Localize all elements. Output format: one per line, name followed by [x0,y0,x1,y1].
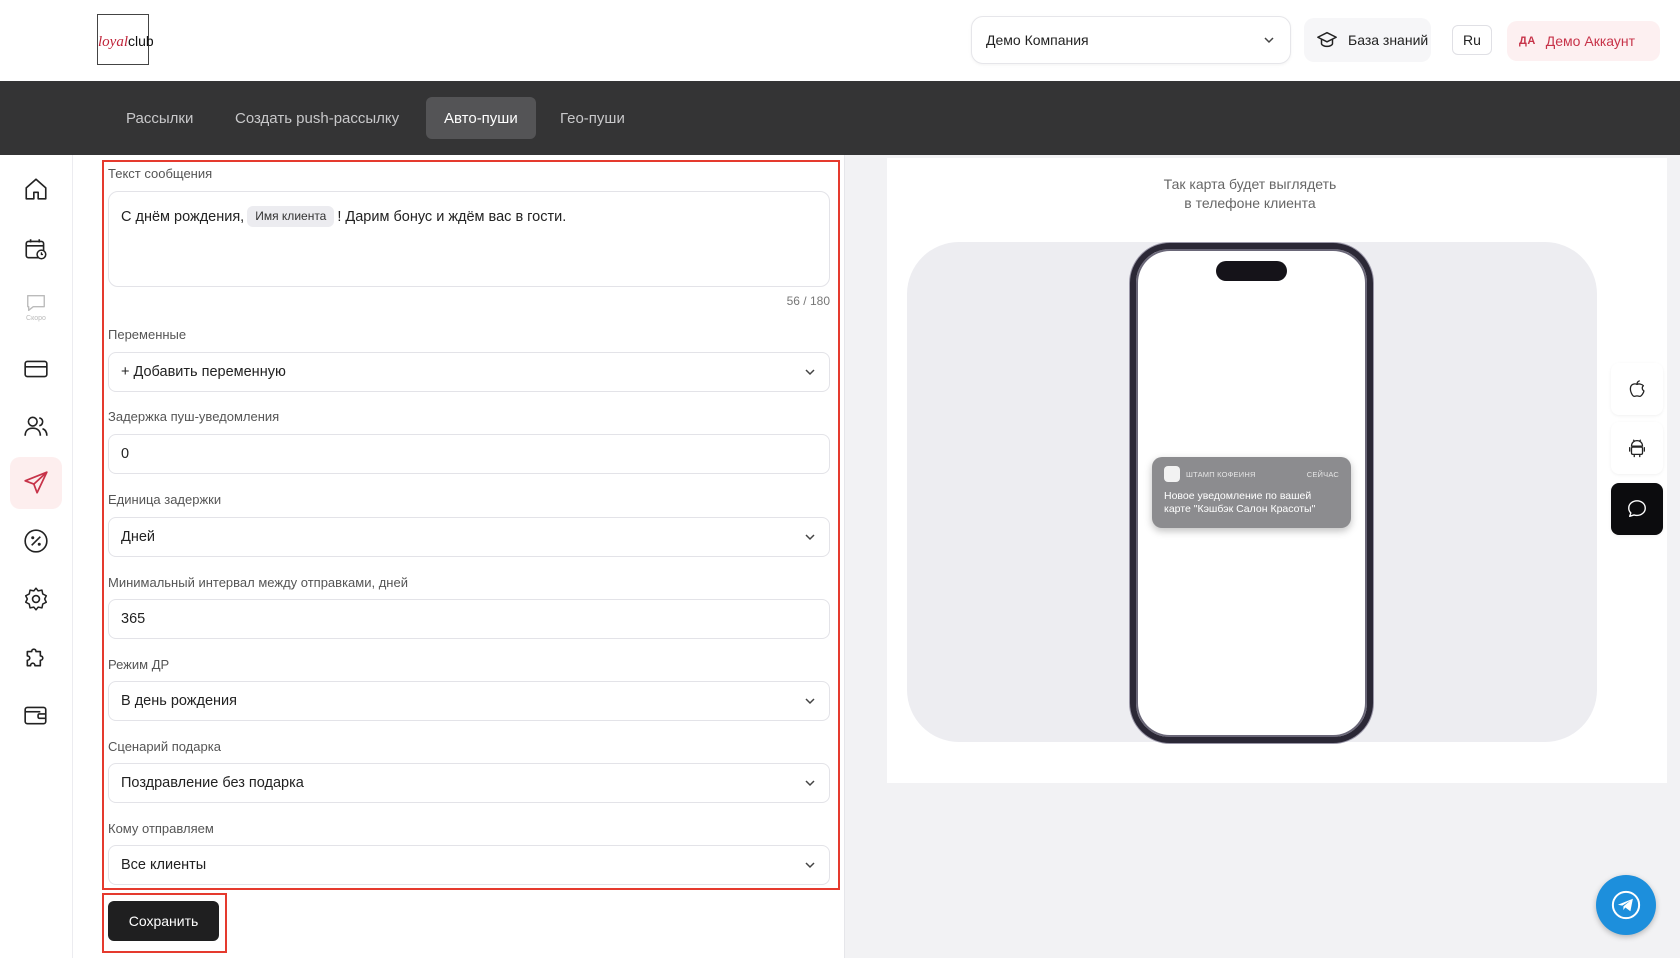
chevron-down-icon [1264,37,1274,44]
char-counter: 56 / 180 [786,294,830,308]
variables-select[interactable]: + Добавить переменную [108,352,830,392]
android-icon [1629,439,1645,458]
chevron-down-icon [805,534,815,541]
mode-select[interactable]: В день рождения [108,681,830,721]
delay-label: Задержка пуш-уведомления [108,409,280,424]
account-name: Демо Аккаунт [1545,33,1636,49]
chevron-down-icon [805,862,815,869]
variables-label: Переменные [108,327,187,342]
card-icon [24,360,48,378]
message-icon [1628,500,1646,518]
avatar: ДА [1519,35,1536,47]
wallet-icon [24,706,47,725]
home-icon [25,178,47,200]
variable-chip[interactable]: Имя клиента [247,206,335,227]
language-button[interactable]: Ru [1452,25,1492,55]
sidebar-item-home[interactable] [10,163,62,215]
notification-app-name: ШТАМП КОФЕИНЯ [1186,469,1256,479]
sidebar-item-wallet[interactable] [10,689,62,741]
sidebar-item-cards[interactable] [10,343,62,395]
app-icon [1164,466,1180,482]
message-textarea[interactable]: С днём рождения, Имя клиента! Дарим бонус… [108,191,830,287]
phone-notch [1216,261,1287,281]
sidebar-item-push[interactable] [10,457,62,509]
top-header: loyalclub Демо Компания База знаний Ru Д… [0,0,1680,81]
percent-icon [24,529,48,553]
logo[interactable]: loyalclub [97,14,154,65]
sidebar-item-calendar[interactable] [10,223,62,275]
tab-mailings[interactable]: Рассылки [108,97,211,139]
tab-create-push[interactable]: Создать push-рассылку [217,97,417,139]
chevron-down-icon [805,780,815,787]
scenario-label: Сценарий подарка [108,739,221,754]
sidebar-item-promotions[interactable] [10,515,62,567]
sidebar-item-settings[interactable] [10,573,62,625]
chevron-down-icon [805,369,815,376]
graduation-cap-icon [1317,31,1337,48]
unit-select[interactable]: Дней [108,517,830,557]
puzzle-icon [26,648,44,667]
tabs-bar: Рассылки Создать push-рассылку Авто-пуши… [0,81,1680,155]
push-notification: ШТАМП КОФЕИНЯ СЕЙЧАС Новое уведомление п… [1152,457,1351,528]
soon-badge: Скоро [26,315,46,322]
send-icon [24,471,48,494]
calendar-icon [25,239,47,260]
scenario-select[interactable]: Поздравление без подарка [108,763,830,803]
apple-icon [1629,380,1645,397]
notification-time: СЕЙЧАС [1306,469,1339,479]
sidebar: Скоро [0,155,72,958]
sidebar-item-clients[interactable] [10,400,62,452]
mode-label: Режим ДР [108,657,170,672]
company-select-value: Демо Компания [986,32,1089,48]
gear-icon [24,587,48,611]
recipients-label: Кому отправляем [108,821,214,836]
account-button[interactable]: ДА Демо Аккаунт [1507,21,1660,61]
tab-auto-push[interactable]: Авто-пуши [426,97,536,139]
telegram-icon [1611,890,1641,920]
knowledge-base-label: База знаний [1348,32,1429,48]
interval-input[interactable]: 365 [108,599,830,639]
delay-input[interactable]: 0 [108,434,830,474]
sidebar-item-chat: Скоро [10,281,62,333]
recipients-select[interactable]: Все клиенты [108,845,830,885]
unit-label: Единица задержки [108,492,222,507]
chevron-down-icon [805,698,815,705]
interval-label: Минимальный интервал между отправками, д… [108,575,408,590]
telegram-button[interactable] [1596,875,1656,935]
sidebar-item-integrations[interactable] [10,631,62,683]
android-preview-button[interactable] [1611,422,1663,474]
notification-text: Новое уведомление по вашей карте "Кэшбэк… [1164,490,1316,516]
knowledge-base-button[interactable]: База знаний [1304,18,1431,62]
company-select[interactable]: Демо Компания [971,16,1291,64]
tab-geo-push[interactable]: Гео-пуши [542,97,643,139]
users-icon [24,416,48,436]
push-preview-button[interactable] [1611,483,1663,535]
ios-preview-button[interactable] [1611,363,1663,415]
save-button[interactable]: Сохранить [108,901,219,941]
chat-icon [27,294,45,312]
preview-caption: Так карта будет выглядеть в телефоне кли… [1163,176,1337,211]
message-label: Текст сообщения [108,166,213,181]
